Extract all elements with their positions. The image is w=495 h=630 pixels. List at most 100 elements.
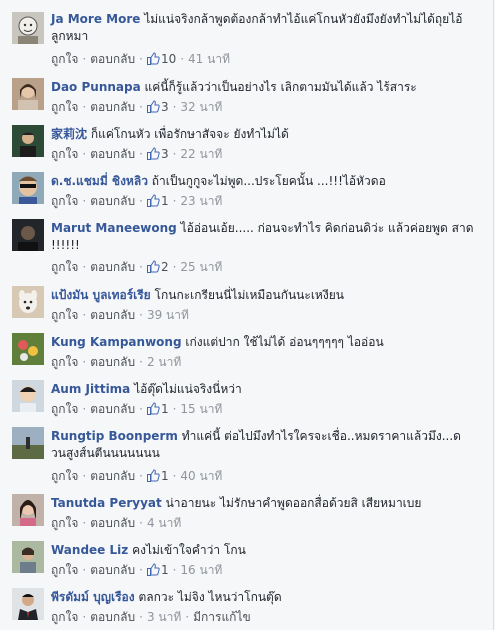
commenter-name[interactable]: Ja More More bbox=[51, 12, 140, 26]
commenter-name[interactable]: 家莉沈 bbox=[51, 127, 87, 141]
comment-meta: ถูกใจ · ตอบกลับ · 3 · 22 นาที bbox=[51, 147, 223, 161]
thumbs-up-icon bbox=[146, 260, 160, 273]
thumbs-up-icon bbox=[146, 563, 160, 576]
woman-avatar[interactable] bbox=[12, 78, 44, 110]
like-count[interactable]: 3 bbox=[146, 100, 169, 114]
like-button[interactable]: ถูกใจ bbox=[51, 100, 78, 114]
timestamp[interactable]: 40 นาที bbox=[180, 469, 222, 483]
comment-text: ตลกวะ ไม่จิง ไหนว่าโกนตุ๊ด bbox=[138, 590, 282, 604]
commenter-name[interactable]: พีรดัมม์ บุญเรือง bbox=[51, 590, 135, 604]
like-button[interactable]: ถูกใจ bbox=[51, 402, 78, 416]
comment-body: Marut Maneewong ไอ้อ่อนเอ้ย..... ก่อนจะท… bbox=[51, 220, 475, 254]
comment-meta: ถูกใจ · ตอบกลับ · 4 นาที bbox=[51, 516, 182, 530]
landscape-avatar[interactable] bbox=[12, 427, 44, 459]
comment-body: Kung Kampanwong เก่งแต่ปาก ใช้ไม่ได้ อ่อ… bbox=[51, 334, 475, 351]
comment-body: Rungtip Boonperm ทำแค่นี้ ต่อไปมึงทำไรใค… bbox=[51, 428, 475, 462]
like-count[interactable]: 3 bbox=[146, 147, 169, 161]
flower-avatar[interactable] bbox=[12, 333, 44, 365]
reply-button[interactable]: ตอบกลับ bbox=[90, 516, 135, 530]
timestamp[interactable]: 15 นาที bbox=[180, 402, 222, 416]
suit-avatar[interactable] bbox=[12, 588, 44, 620]
comment-body: พีรดัมม์ บุญเรือง ตลกวะ ไม่จิง ไหนว่าโกน… bbox=[51, 589, 475, 606]
thumbs-up-icon bbox=[146, 52, 160, 65]
comment-body: Ja More More ไม่แน่จริงกล้าพูดต้องกล้าทำ… bbox=[51, 11, 475, 45]
commenter-name[interactable]: ด.ช.แชมมี่ ชิงหลิว bbox=[51, 174, 148, 188]
thumbs-up-icon bbox=[146, 147, 160, 160]
timestamp[interactable]: 4 นาที bbox=[147, 516, 181, 530]
timestamp[interactable]: 2 นาที bbox=[147, 355, 181, 369]
edited-link[interactable]: มีการแก้ไข bbox=[193, 610, 251, 624]
comment-body: 家莉沈 ก็แค่โกนหัว เพื่อรักษาสัจจะ ยังทำไม่… bbox=[51, 126, 475, 143]
reply-button[interactable]: ตอบกลับ bbox=[90, 610, 135, 624]
comment-meta: ถูกใจ · ตอบกลับ · 2 นาที bbox=[51, 355, 182, 369]
comment-text: ไอ้ตุ๊ดไม่แน่จริงนี่หว่า bbox=[134, 382, 242, 396]
dark-avatar[interactable] bbox=[12, 219, 44, 251]
commenter-name[interactable]: Dao Punnapa bbox=[51, 80, 141, 94]
comment-text: ก็แค่โกนหัว เพื่อรักษาสัจจะ ยังทำไม่ได้ bbox=[90, 127, 289, 141]
commenter-name[interactable]: Tanutda Peryyat bbox=[51, 496, 162, 510]
comment-meta: ถูกใจ · ตอบกลับ · 1 · 16 นาที bbox=[51, 563, 223, 577]
comment-body: Wandee Liz คงไม่เข้าใจคำว่า โกน bbox=[51, 542, 475, 559]
comment-text: น่าอายนะ ไม่รักษาคำพูดออกสื่อด้วยสิ เสีย… bbox=[165, 496, 422, 510]
commenter-name[interactable]: Aum Jittima bbox=[51, 382, 130, 396]
man-avatar[interactable] bbox=[12, 125, 44, 157]
like-count[interactable]: 10 bbox=[146, 52, 176, 66]
child-avatar[interactable] bbox=[12, 380, 44, 412]
commenter-name[interactable]: Marut Maneewong bbox=[51, 221, 177, 235]
comment-meta: ถูกใจ · ตอบกลับ · 1 · 15 นาที bbox=[51, 402, 223, 416]
comment-text: โกนกะเกรียนนี่ไม่เหมือนกันนะเหงียน bbox=[154, 288, 344, 302]
thumbs-up-icon bbox=[146, 469, 160, 482]
comment-meta: ถูกใจ · ตอบกลับ · 3 นาที · มีการแก้ไข bbox=[51, 610, 251, 624]
comment-body: Tanutda Peryyat น่าอายนะ ไม่รักษาคำพูดออ… bbox=[51, 495, 475, 512]
like-button[interactable]: ถูกใจ bbox=[51, 147, 78, 161]
comment-body: แป้งมัน บูลเทอร์เรีย โกนกะเกรียนนี่ไม่เห… bbox=[51, 287, 475, 304]
reply-button[interactable]: ตอบกลับ bbox=[90, 469, 135, 483]
like-count[interactable]: 1 bbox=[146, 563, 169, 577]
sunglasses-avatar[interactable] bbox=[12, 172, 44, 204]
like-button[interactable]: ถูกใจ bbox=[51, 260, 78, 274]
comment-body: Dao Punnapa แค่นี้ก็รู้แล้วว่าเป็นอย่างไ… bbox=[51, 79, 475, 96]
comment-text: แค่นี้ก็รู้แล้วว่าเป็นอย่างไร เลิกตามมัน… bbox=[144, 80, 417, 94]
like-button[interactable]: ถูกใจ bbox=[51, 52, 78, 66]
like-button[interactable]: ถูกใจ bbox=[51, 308, 78, 322]
like-button[interactable]: ถูกใจ bbox=[51, 516, 78, 530]
timestamp[interactable]: 41 นาที bbox=[188, 52, 230, 66]
reply-button[interactable]: ตอบกลับ bbox=[90, 355, 135, 369]
person-avatar[interactable] bbox=[12, 541, 44, 573]
cartoon-face-avatar[interactable] bbox=[12, 12, 44, 44]
commenter-name[interactable]: แป้งมัน บูลเทอร์เรีย bbox=[51, 288, 151, 302]
reply-button[interactable]: ตอบกลับ bbox=[90, 147, 135, 161]
reply-button[interactable]: ตอบกลับ bbox=[90, 194, 135, 208]
reply-button[interactable]: ตอบกลับ bbox=[90, 563, 135, 577]
commenter-name[interactable]: Wandee Liz bbox=[51, 543, 128, 557]
like-count[interactable]: 1 bbox=[146, 402, 169, 416]
reply-button[interactable]: ตอบกลับ bbox=[90, 100, 135, 114]
reply-button[interactable]: ตอบกลับ bbox=[90, 308, 135, 322]
timestamp[interactable]: 32 นาที bbox=[180, 100, 222, 114]
like-button[interactable]: ถูกใจ bbox=[51, 610, 78, 624]
reply-button[interactable]: ตอบกลับ bbox=[90, 402, 135, 416]
like-button[interactable]: ถูกใจ bbox=[51, 355, 78, 369]
like-count[interactable]: 1 bbox=[146, 194, 169, 208]
thumbs-up-icon bbox=[146, 100, 160, 113]
like-count[interactable]: 2 bbox=[146, 260, 169, 274]
like-button[interactable]: ถูกใจ bbox=[51, 469, 78, 483]
commenter-name[interactable]: Kung Kampanwong bbox=[51, 335, 182, 349]
like-button[interactable]: ถูกใจ bbox=[51, 194, 78, 208]
timestamp[interactable]: 22 นาที bbox=[180, 147, 222, 161]
timestamp[interactable]: 39 นาที bbox=[147, 308, 189, 322]
like-count[interactable]: 1 bbox=[146, 469, 169, 483]
timestamp[interactable]: 16 นาที bbox=[180, 563, 222, 577]
girl-avatar[interactable] bbox=[12, 494, 44, 526]
comment-meta: ถูกใจ · ตอบกลับ · 1 · 40 นาที bbox=[51, 469, 223, 483]
dog-avatar[interactable] bbox=[12, 286, 44, 318]
reply-button[interactable]: ตอบกลับ bbox=[90, 260, 135, 274]
timestamp[interactable]: 23 นาที bbox=[180, 194, 222, 208]
timestamp[interactable]: 25 นาที bbox=[180, 260, 222, 274]
like-button[interactable]: ถูกใจ bbox=[51, 563, 78, 577]
comment-body: Aum Jittima ไอ้ตุ๊ดไม่แน่จริงนี่หว่า bbox=[51, 381, 475, 398]
commenter-name[interactable]: Rungtip Boonperm bbox=[51, 429, 178, 443]
reply-button[interactable]: ตอบกลับ bbox=[90, 52, 135, 66]
comment-body: ด.ช.แชมมี่ ชิงหลิว ถ้าเป็นกูกูจะไม่พูด..… bbox=[51, 173, 475, 190]
timestamp[interactable]: 3 นาที bbox=[147, 610, 181, 624]
